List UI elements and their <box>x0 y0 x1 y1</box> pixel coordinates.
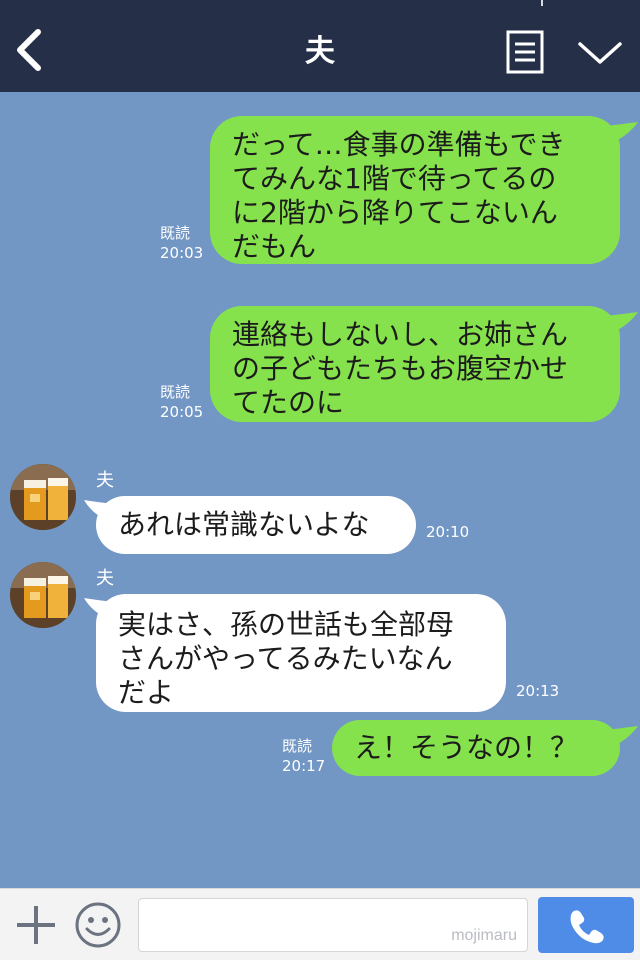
read-receipt: 既読 <box>160 224 191 242</box>
message-meta: 既読 20:03 <box>160 223 203 263</box>
message-line: だもん <box>232 230 317 263</box>
plus-icon <box>17 906 55 944</box>
phone-icon <box>570 910 604 944</box>
bubble-tail <box>606 726 638 748</box>
input-bar: mojimaru <box>0 888 640 960</box>
chevron-left-icon <box>17 29 41 71</box>
message-time: 20:13 <box>516 682 560 700</box>
message-line: てたのに <box>232 386 345 419</box>
outgoing-message-bubble[interactable]: 連絡もしないし、お姉さん の子どもたちもお腹空かせ てたのに <box>210 306 620 422</box>
bubble-tail <box>606 312 638 334</box>
chat-header: 夫 <box>0 0 640 92</box>
outgoing-message-bubble[interactable]: え！そうなの！？ <box>332 720 620 776</box>
message-line: の子どもたちもお腹空かせ <box>232 352 569 385</box>
message-line: あれは常識ないよな <box>118 508 370 541</box>
smiley-icon <box>75 902 121 948</box>
message-input[interactable]: mojimaru <box>138 898 528 952</box>
chat-title: 夫 <box>305 34 335 69</box>
beer-glass-avatar-icon <box>10 562 76 628</box>
status-mark <box>541 0 543 6</box>
menu-list-icon <box>506 30 544 74</box>
message-meta: 既読 20:05 <box>160 382 203 422</box>
call-button[interactable] <box>538 897 634 953</box>
back-button[interactable] <box>12 24 52 76</box>
menu-button[interactable] <box>506 30 544 74</box>
watermark-text: mojimaru <box>451 927 517 944</box>
incoming-message-bubble[interactable]: あれは常識ないよな <box>96 496 416 554</box>
sender-name: 夫 <box>96 568 114 589</box>
read-receipt: 既読 <box>282 737 313 755</box>
message-meta: 既読 20:17 <box>282 736 325 776</box>
message-line: え！そうなの！？ <box>354 731 579 764</box>
emoji-button[interactable] <box>74 901 122 949</box>
outgoing-message-bubble[interactable]: だって…食事の準備もでき てみんな1階で待ってるの に2階から降りてこないん だ… <box>210 116 620 264</box>
message-line: だよ <box>118 676 175 709</box>
chat-area[interactable]: だって…食事の準備もでき てみんな1階で待ってるの に2階から降りてこないん だ… <box>0 92 640 888</box>
sender-name: 夫 <box>96 470 114 491</box>
expand-button[interactable] <box>576 36 624 68</box>
read-receipt: 既読 <box>160 383 191 401</box>
avatar[interactable] <box>10 464 76 530</box>
bubble-tail <box>606 122 638 144</box>
add-attachment-button[interactable] <box>14 903 58 947</box>
message-time: 20:17 <box>282 757 326 775</box>
message-line: に2階から降りてこないん <box>232 196 558 229</box>
incoming-message-bubble[interactable]: 実はさ、孫の世話も全部母 さんがやってるみたいなん だよ <box>96 594 506 712</box>
beer-glass-avatar-icon <box>10 464 76 530</box>
message-time: 20:03 <box>160 244 204 262</box>
message-line: 実はさ、孫の世話も全部母 <box>118 608 455 641</box>
message-line: 連絡もしないし、お姉さん <box>232 318 569 351</box>
message-time: 20:05 <box>160 403 204 421</box>
message-line: だって…食事の準備もでき <box>232 128 566 161</box>
avatar[interactable] <box>10 562 76 628</box>
chevron-down-icon <box>578 42 622 64</box>
message-time: 20:10 <box>426 523 470 541</box>
message-line: さんがやってるみたいなん <box>118 642 453 675</box>
message-line: てみんな1階で待ってるの <box>232 162 557 195</box>
